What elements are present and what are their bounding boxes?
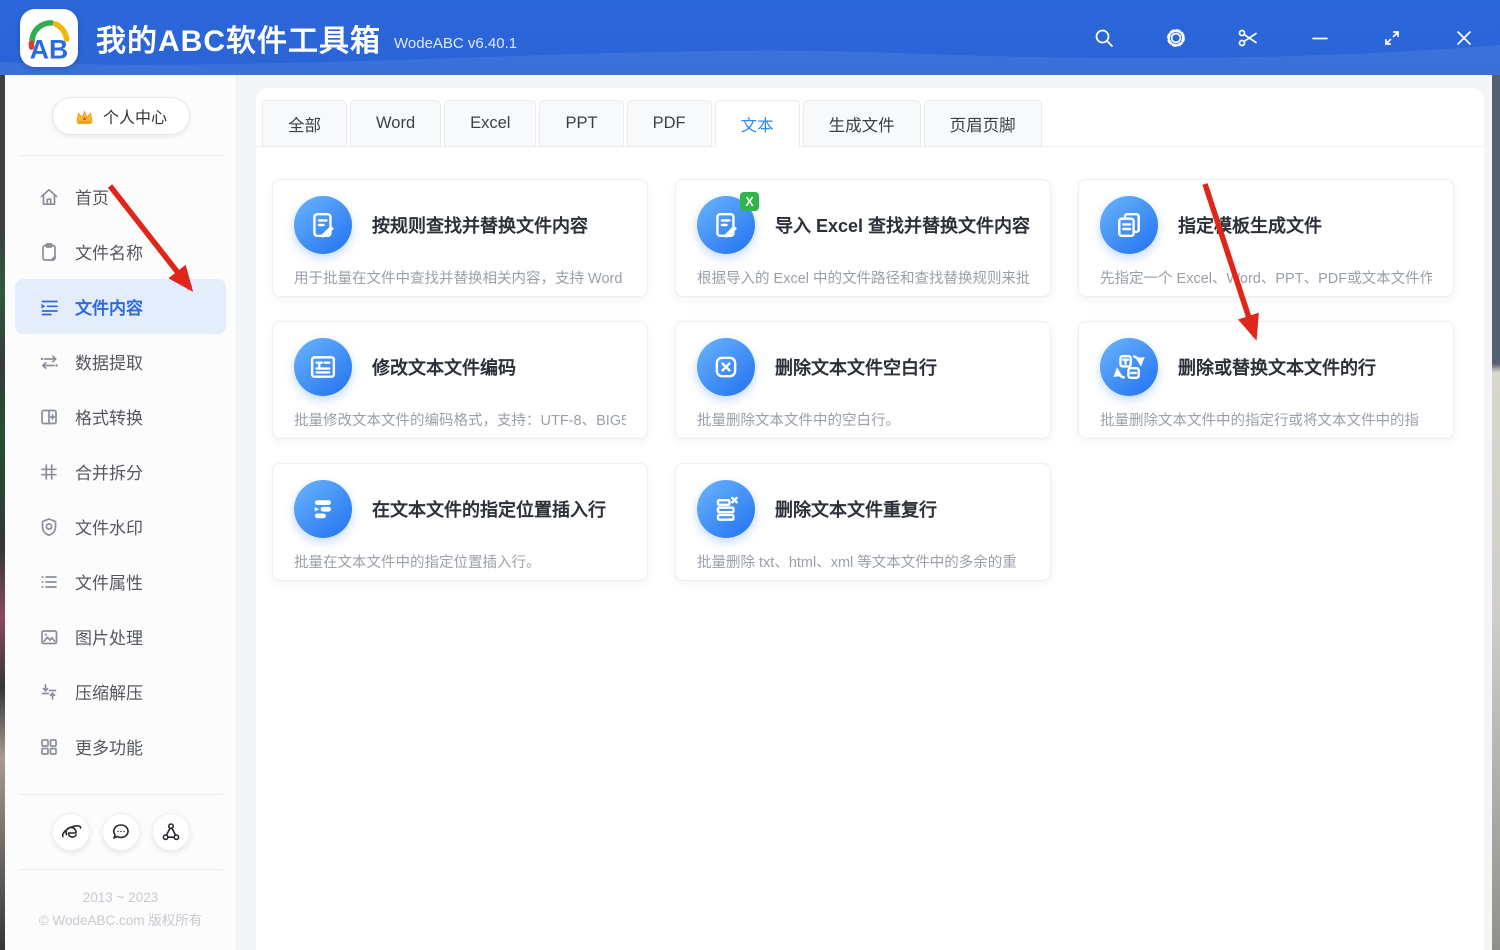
personal-center-label: 个人中心: [103, 104, 167, 128]
sidebar-item-label: 更多功能: [75, 734, 143, 759]
tab-text[interactable]: 文本: [715, 100, 800, 147]
file-props-icon: [38, 571, 60, 593]
sidebar-item-data-extract[interactable]: 数据提取: [15, 334, 226, 389]
sidebar-divider: [19, 869, 222, 870]
app-title: 我的ABC软件工具箱: [96, 16, 381, 60]
search-icon[interactable]: [1092, 26, 1116, 50]
app-logo: AB: [20, 9, 78, 67]
card-change-encoding[interactable]: 修改文本文件编码 批量修改文本文件的编码格式，支持：UTF-8、BIG5: [272, 321, 648, 439]
excel-badge: X: [740, 192, 759, 211]
tab-excel[interactable]: Excel: [444, 100, 536, 147]
sidebar-item-label: 合并拆分: [75, 459, 143, 484]
tab-generate-file[interactable]: 生成文件: [803, 100, 921, 147]
card-find-replace-by-rule[interactable]: 按规则查找并替换文件内容 用于批量在文件中查找并替换相关内容，支持 Word: [272, 179, 648, 297]
delete-blank-lines-icon: [697, 338, 755, 396]
file-name-icon: [38, 241, 60, 263]
compress-icon: [38, 681, 60, 703]
sidebar: 个人中心 首页 文件名称 文件内容: [5, 75, 237, 950]
merge-split-icon: [38, 461, 60, 483]
dedupe-lines-icon: [697, 480, 755, 538]
minimize-icon[interactable]: [1308, 26, 1332, 50]
sidebar-item-label: 图片处理: [75, 624, 143, 649]
sidebar-item-merge-split[interactable]: 合并拆分: [15, 444, 226, 499]
scissors-icon[interactable]: [1236, 26, 1260, 50]
maximize-icon[interactable]: [1380, 26, 1404, 50]
template-docs-icon: [1100, 196, 1158, 254]
tab-pdf[interactable]: PDF: [627, 100, 712, 147]
sidebar-item-label: 首页: [75, 184, 109, 209]
sidebar-item-home[interactable]: 首页: [15, 169, 226, 224]
home-icon: [38, 186, 60, 208]
logo-text: AB: [30, 34, 68, 64]
sidebar-item-file-props[interactable]: 文件属性: [15, 554, 226, 609]
tab-header-footer[interactable]: 页眉页脚: [924, 100, 1042, 147]
feedback-button[interactable]: [102, 813, 140, 851]
sidebar-item-compress[interactable]: 压缩解压: [15, 664, 226, 719]
browser-link-button[interactable]: [52, 813, 90, 851]
ie-browser-icon: [60, 821, 82, 843]
watermark-icon: [38, 516, 60, 538]
more-features-icon: [38, 736, 60, 758]
text-encoding-icon: [294, 338, 352, 396]
format-convert-icon: [38, 406, 60, 428]
app-version: WodeABC v6.40.1: [394, 35, 517, 52]
titlebar: AB 我的ABC软件工具箱 WodeABC v6.40.1: [0, 0, 1500, 75]
sidebar-item-label: 数据提取: [75, 349, 143, 374]
card-dedupe-lines[interactable]: 删除文本文件重复行 批量删除 txt、html、xml 等文本文件中的多余的重: [675, 463, 1051, 581]
sidebar-item-label: 压缩解压: [75, 679, 143, 704]
card-insert-lines[interactable]: 在文本文件的指定位置插入行 批量在文本文件中的指定位置插入行。: [272, 463, 648, 581]
doc-edit-excel-icon: X: [697, 196, 755, 254]
image-process-icon: [38, 626, 60, 648]
personal-center-button[interactable]: 个人中心: [52, 97, 190, 135]
sidebar-item-label: 格式转换: [75, 404, 143, 429]
sidebar-item-file-content[interactable]: 文件内容: [15, 279, 226, 334]
tab-word[interactable]: Word: [350, 100, 441, 147]
file-content-icon: [38, 296, 60, 318]
copyright-years: 2013 ~ 2023: [5, 886, 236, 909]
chat-bubble-icon: [110, 821, 132, 843]
replace-lines-icon: [1100, 338, 1158, 396]
tab-all[interactable]: 全部: [262, 100, 347, 147]
doc-edit-icon: [294, 196, 352, 254]
content-area: 全部 Word Excel PPT PDF 文本 生成文件 页眉页脚 按规则查找…: [238, 75, 1492, 950]
insert-lines-icon: [294, 480, 352, 538]
sidebar-item-watermark[interactable]: 文件水印: [15, 499, 226, 554]
card-delete-replace-lines[interactable]: 删除或替换文本文件的行 批量删除文本文件中的指定行或将文本文件中的指: [1078, 321, 1454, 439]
feature-cards: 按规则查找并替换文件内容 用于批量在文件中查找并替换相关内容，支持 Word X…: [256, 147, 1484, 581]
settings-gear-icon[interactable]: [1164, 26, 1188, 50]
share-button[interactable]: [152, 813, 190, 851]
sidebar-item-label: 文件名称: [75, 239, 143, 264]
data-extract-icon: [38, 351, 60, 373]
sidebar-item-label: 文件内容: [75, 294, 143, 319]
crown-icon: [74, 107, 95, 126]
sidebar-item-image-process[interactable]: 图片处理: [15, 609, 226, 664]
sidebar-item-file-name[interactable]: 文件名称: [15, 224, 226, 279]
copyright-text: © WodeABC.com 版权所有: [5, 909, 236, 932]
sidebar-nav: 首页 文件名称 文件内容 数据提取: [5, 169, 236, 774]
sidebar-divider: [19, 155, 222, 156]
sidebar-item-more-features[interactable]: 更多功能: [15, 719, 226, 774]
card-import-excel-find-replace[interactable]: X 导入 Excel 查找并替换文件内容 根据导入的 Excel 中的文件路径和…: [675, 179, 1051, 297]
close-icon[interactable]: [1452, 26, 1476, 50]
card-delete-blank-lines[interactable]: 删除文本文件空白行 批量删除文本文件中的空白行。: [675, 321, 1051, 439]
sidebar-item-label: 文件水印: [75, 514, 143, 539]
card-template-generate[interactable]: 指定模板生成文件 先指定一个 Excel、Word、PPT、PDF或文本文件作: [1078, 179, 1454, 297]
sidebar-divider: [19, 794, 222, 795]
sidebar-item-format-convert[interactable]: 格式转换: [15, 389, 226, 444]
desktop-edge-right: [1492, 75, 1500, 950]
tab-ppt[interactable]: PPT: [539, 100, 623, 147]
category-tabs: 全部 Word Excel PPT PDF 文本 生成文件 页眉页脚: [256, 88, 1484, 147]
content-panel: 全部 Word Excel PPT PDF 文本 生成文件 页眉页脚 按规则查找…: [256, 88, 1484, 950]
share-nodes-icon: [160, 821, 182, 843]
sidebar-item-label: 文件属性: [75, 569, 143, 594]
